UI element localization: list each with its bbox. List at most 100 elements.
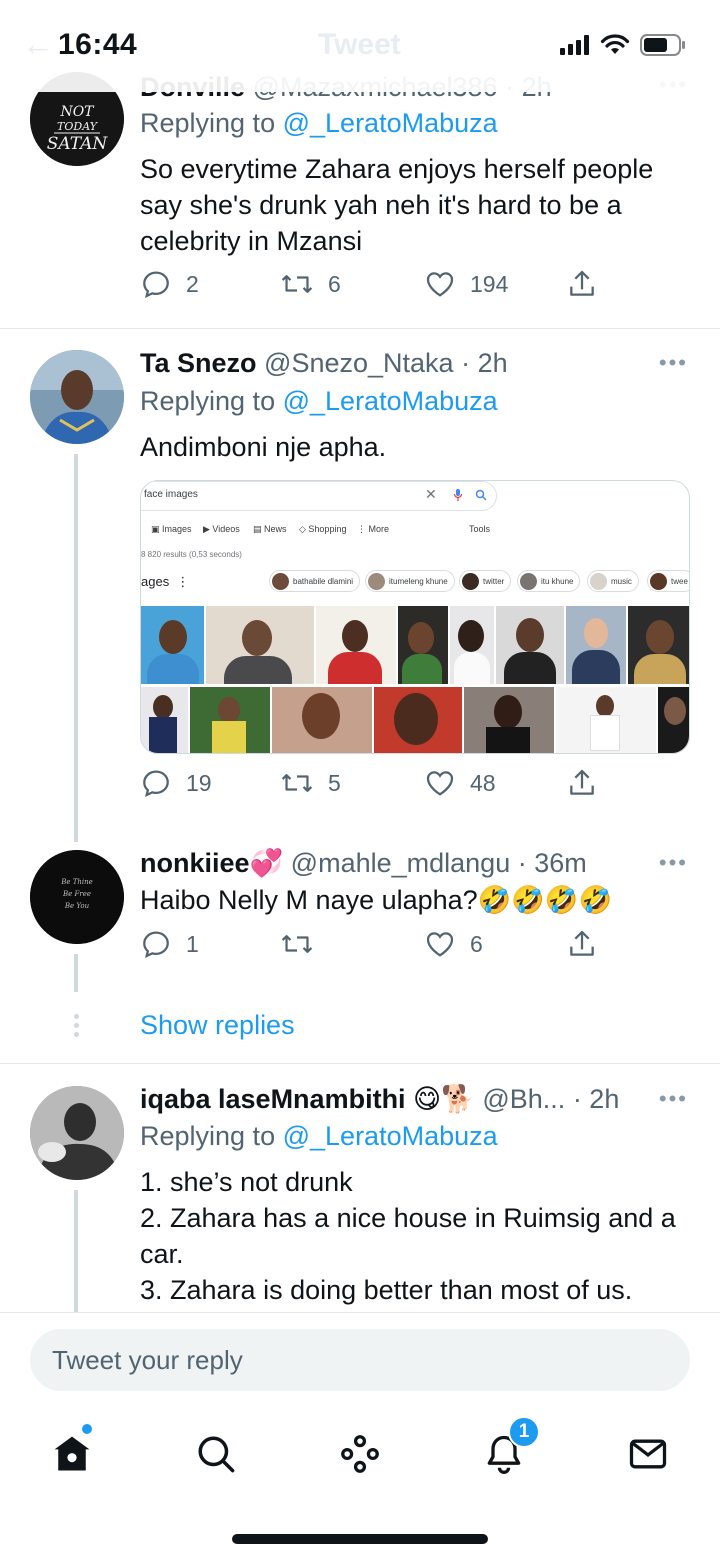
tweet-header: nonkiiee💞 @mahle_mdlangu · 36m	[140, 847, 587, 879]
replying-to: Replying to @_LeratoMabuza	[140, 108, 498, 139]
replying-to: Replying to @_LeratoMabuza	[140, 1121, 498, 1152]
tab-home[interactable]	[42, 1422, 102, 1482]
handle[interactable]: @mahle_mdlangu	[291, 848, 511, 878]
svg-text:SATAN: SATAN	[47, 134, 109, 154]
share-button[interactable]	[566, 767, 598, 799]
show-replies-link[interactable]: Show replies	[140, 1010, 295, 1041]
like-count: 6	[470, 930, 483, 957]
avatar-iqaba[interactable]	[30, 1086, 124, 1180]
retweet-button[interactable]: 6	[280, 268, 341, 300]
result-thumbnail	[374, 687, 462, 753]
share-button[interactable]	[566, 268, 598, 300]
handle[interactable]: @Snezo_Ntaka	[264, 348, 454, 378]
more-options-icon[interactable]: •••	[659, 850, 688, 876]
like-button[interactable]: 48	[424, 767, 496, 799]
tweet-header: iqaba laseMnambithi 😋🐕 @Bh... · 2h	[140, 1083, 619, 1115]
retweet-button[interactable]: 5	[280, 767, 341, 799]
back-arrow-icon[interactable]: ←	[22, 26, 54, 63]
tweet-actions: 2 6 194	[140, 268, 620, 308]
home-icon	[54, 1436, 90, 1471]
reply-icon	[143, 271, 169, 299]
result-thumbnail	[141, 687, 188, 753]
tweet-text-line: 3. Zahara is doing better than most of u…	[140, 1275, 633, 1305]
result-thumbnail	[272, 687, 372, 753]
profile-photo	[30, 1086, 124, 1180]
tab-spaces[interactable]	[330, 1426, 390, 1482]
share-icon	[570, 270, 594, 296]
replying-to-handle[interactable]: @_LeratoMabuza	[283, 386, 498, 416]
tweet-header: Ta Snezo @Snezo_Ntaka · 2h	[140, 348, 508, 379]
tweet-reply-input[interactable]	[30, 1329, 690, 1391]
tweet-text-line: 2. Zahara has a nice house in Ruimsig an…	[140, 1203, 676, 1269]
handle[interactable]: @Bh...	[482, 1084, 565, 1114]
retweet-button[interactable]	[280, 928, 328, 960]
replying-to-handle[interactable]: @_LeratoMabuza	[283, 108, 498, 138]
chip: itumeleng khune	[365, 570, 455, 592]
svg-text:NOT: NOT	[59, 104, 95, 120]
share-button[interactable]	[566, 928, 598, 960]
home-indicator	[232, 1534, 488, 1544]
heart-icon	[426, 932, 454, 957]
retweet-icon	[281, 935, 313, 953]
tweet-text-line: 1. she’s not drunk	[140, 1167, 353, 1197]
status-time: 16:44	[58, 28, 138, 61]
profile-photo	[30, 350, 124, 444]
heart-icon	[426, 272, 454, 297]
replying-to: Replying to @_LeratoMabuza	[140, 386, 498, 417]
tweet-image-google-search[interactable]: face images ✕ ▣ Images ▶ Videos ▤ News ◇…	[140, 480, 690, 754]
divider	[0, 1063, 720, 1064]
more-options-icon[interactable]: •••	[659, 1086, 688, 1112]
reply-button[interactable]: 19	[140, 767, 212, 799]
tab-search[interactable]	[186, 1426, 246, 1482]
svg-text:Be Free: Be Free	[62, 890, 91, 898]
retweet-icon	[281, 774, 313, 792]
tweet-text: So everytime Zahara enjoys herself peopl…	[140, 154, 654, 256]
reply-icon	[143, 931, 169, 959]
reply-button[interactable]: 1	[140, 928, 199, 960]
tab-messages[interactable]	[618, 1426, 678, 1482]
tweet-actions: 19 5 48	[140, 767, 620, 807]
chip: twee	[647, 570, 689, 592]
replying-to-label: Replying to	[140, 1121, 276, 1151]
svg-text:Be You: Be You	[64, 902, 90, 910]
like-button[interactable]: 6	[424, 928, 483, 960]
cellular-signal-icon	[560, 35, 589, 55]
retweet-icon	[281, 275, 313, 293]
status-icons	[560, 34, 686, 56]
like-button[interactable]: 194	[424, 268, 508, 300]
heart-icon	[426, 771, 454, 796]
avatar-ta-snezo[interactable]	[30, 350, 124, 444]
google-tab-videos: ▶ Videos	[203, 524, 240, 534]
header-title: Tweet	[318, 28, 401, 61]
reply-count: 1	[186, 930, 199, 957]
more-options-icon[interactable]: •••	[659, 350, 688, 376]
result-thumbnail	[141, 606, 204, 684]
display-name[interactable]: nonkiiee💞	[140, 848, 283, 878]
svg-text:TODAY: TODAY	[57, 120, 99, 133]
google-tab-news: ▤ News	[253, 524, 287, 534]
google-search-icon	[475, 489, 487, 501]
display-name[interactable]: Ta Snezo	[140, 348, 257, 378]
result-thumbnail	[206, 606, 314, 684]
images-section-label: ages ⋮	[141, 574, 190, 589]
thread-line	[74, 454, 78, 842]
result-thumbnail	[496, 606, 564, 684]
timestamp: · 2h	[572, 1084, 620, 1114]
messages-icon	[629, 1439, 667, 1469]
thread-line	[74, 954, 78, 992]
retweet-count: 6	[328, 270, 341, 297]
result-thumbnail	[556, 687, 656, 753]
avatar-nonkiiee[interactable]: Be Thine Be Free Be You	[30, 850, 124, 944]
display-name[interactable]: iqaba laseMnambithi 😋🐕	[140, 1084, 475, 1114]
result-thumbnail	[398, 606, 448, 684]
chip: itu khune	[517, 570, 581, 592]
home-new-dot	[80, 1422, 94, 1436]
timestamp: · 2h	[461, 348, 508, 378]
reply-count: 19	[186, 769, 212, 796]
replying-to-handle[interactable]: @_LeratoMabuza	[283, 1121, 498, 1151]
retweet-count: 5	[328, 769, 341, 796]
wifi-icon	[600, 34, 630, 54]
tab-notifications[interactable]: 1	[474, 1416, 540, 1482]
reply-button[interactable]: 2	[140, 268, 199, 300]
replying-to-label: Replying to	[140, 108, 276, 138]
